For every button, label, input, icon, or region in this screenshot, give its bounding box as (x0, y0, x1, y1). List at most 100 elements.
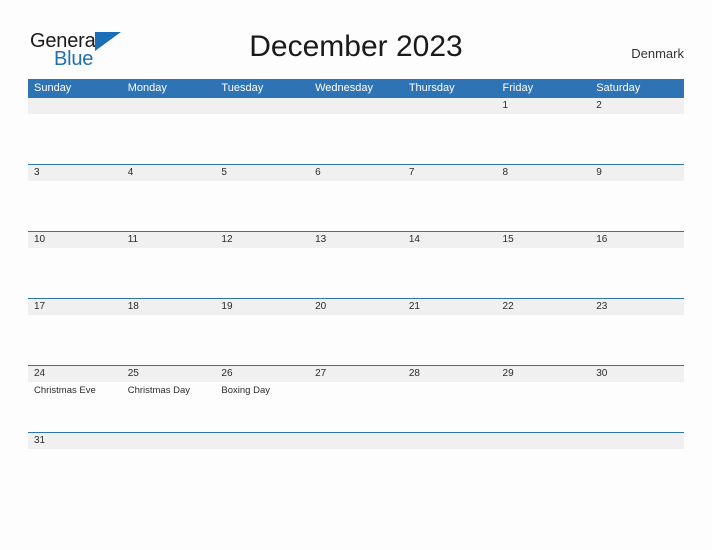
day-number: 4 (127, 167, 134, 178)
day-number: 7 (408, 167, 415, 178)
week-row: 17 18 19 20 21 22 23 (28, 298, 684, 365)
page-title: December 2023 (249, 30, 463, 63)
day-number: 6 (315, 167, 321, 178)
day-cell[interactable]: 8 (497, 165, 591, 231)
day-number (34, 98, 122, 114)
day-cell[interactable]: 21 (403, 299, 497, 365)
day-number (409, 433, 497, 449)
day-number: 8 (502, 167, 509, 178)
day-number: 19 (221, 301, 233, 312)
day-number: 16 (596, 234, 608, 245)
day-cell[interactable]: 11 (122, 232, 216, 298)
day-cell[interactable] (403, 98, 497, 164)
day-number (596, 433, 684, 449)
day-cell[interactable]: 30 (590, 366, 684, 432)
day-cell[interactable]: 25 Christmas Day (122, 366, 216, 432)
day-cell[interactable]: 26 Boxing Day (215, 366, 309, 432)
day-cell[interactable]: 23 (590, 299, 684, 365)
country-label: Denmark (631, 46, 684, 61)
day-number: 23 (596, 301, 608, 312)
day-number: 27 (315, 368, 327, 379)
day-cell[interactable]: 9 (590, 165, 684, 231)
day-cell[interactable]: 6 (309, 165, 403, 231)
day-number: 18 (127, 301, 139, 312)
day-number: 24 (34, 368, 46, 379)
day-cell[interactable]: 18 (122, 299, 216, 365)
week-row: 1 2 (28, 97, 684, 164)
day-number (409, 98, 497, 114)
day-cell[interactable] (590, 433, 684, 499)
week-row: 3 4 5 6 7 8 9 (28, 164, 684, 231)
day-number: 17 (34, 301, 46, 312)
day-cell[interactable] (309, 98, 403, 164)
day-number: 20 (315, 301, 327, 312)
day-number: 1 (502, 100, 509, 111)
day-cell[interactable]: 5 (215, 165, 309, 231)
day-cell[interactable]: 31 (28, 433, 122, 499)
day-cell[interactable] (122, 98, 216, 164)
day-number: 10 (34, 234, 46, 245)
day-number: 5 (221, 167, 227, 178)
day-cell[interactable] (215, 98, 309, 164)
day-number: 28 (408, 368, 420, 379)
day-number (221, 98, 309, 114)
day-number: 11 (127, 234, 139, 245)
weekday-header-sunday: Sunday (34, 82, 72, 94)
day-event: Christmas Eve (34, 385, 96, 396)
day-cell[interactable]: 13 (309, 232, 403, 298)
day-cell[interactable] (309, 433, 403, 499)
day-cell[interactable]: 16 (590, 232, 684, 298)
day-number (128, 98, 216, 114)
day-number: 22 (502, 301, 514, 312)
day-cell[interactable]: 29 (497, 366, 591, 432)
day-cell[interactable]: 20 (309, 299, 403, 365)
day-number: 15 (502, 234, 514, 245)
day-cell[interactable]: 27 (309, 366, 403, 432)
day-cell[interactable]: 14 (403, 232, 497, 298)
weekday-header-wednesday: Wednesday (315, 82, 373, 94)
day-cell[interactable]: 28 (403, 366, 497, 432)
day-cell[interactable] (28, 98, 122, 164)
day-cell[interactable] (497, 433, 591, 499)
day-cell[interactable]: 7 (403, 165, 497, 231)
weekday-header-tuesday: Tuesday (221, 82, 264, 94)
weekday-header-monday: Monday (127, 82, 167, 94)
page-header: General Blue December 2023 Denmark (0, 0, 712, 75)
day-cell[interactable]: 19 (215, 299, 309, 365)
day-number: 31 (34, 435, 46, 446)
day-number (315, 433, 403, 449)
day-number (503, 433, 591, 449)
calendar-grid: Sunday Monday Tuesday Wednesday Thursday… (28, 79, 684, 499)
day-number: 2 (596, 100, 602, 111)
day-cell[interactable]: 12 (215, 232, 309, 298)
day-cell[interactable]: 10 (28, 232, 122, 298)
weekday-header-friday: Friday (502, 82, 534, 94)
day-number: 14 (408, 234, 420, 245)
day-number: 13 (315, 234, 327, 245)
day-cell[interactable]: 24 Christmas Eve (28, 366, 122, 432)
day-cell[interactable] (215, 433, 309, 499)
day-number (221, 433, 309, 449)
weekday-header-thursday: Thursday (408, 82, 455, 94)
day-number: 29 (502, 368, 514, 379)
day-number: 26 (221, 368, 233, 379)
day-number (315, 98, 403, 114)
day-number: 21 (408, 301, 420, 312)
week-row: 24 Christmas Eve 25 Christmas Day 26 Boxing… (28, 365, 684, 432)
week-row: 31 (28, 432, 684, 499)
day-cell[interactable]: 1 (497, 98, 591, 164)
day-number: 9 (596, 167, 602, 178)
day-cell[interactable]: 22 (497, 299, 591, 365)
day-cell[interactable]: 3 (28, 165, 122, 231)
day-cell[interactable] (403, 433, 497, 499)
week-row: 10 11 12 13 14 15 16 (28, 231, 684, 298)
day-number: 3 (34, 167, 40, 178)
day-cell[interactable]: 15 (497, 232, 591, 298)
day-cell[interactable]: 17 (28, 299, 122, 365)
day-cell[interactable]: 2 (590, 98, 684, 164)
day-cell[interactable]: 4 (122, 165, 216, 231)
day-number: 25 (127, 368, 139, 379)
day-number (128, 433, 216, 449)
day-cell[interactable] (122, 433, 216, 499)
weekday-header-row: Sunday Monday Tuesday Wednesday Thursday… (28, 79, 684, 97)
